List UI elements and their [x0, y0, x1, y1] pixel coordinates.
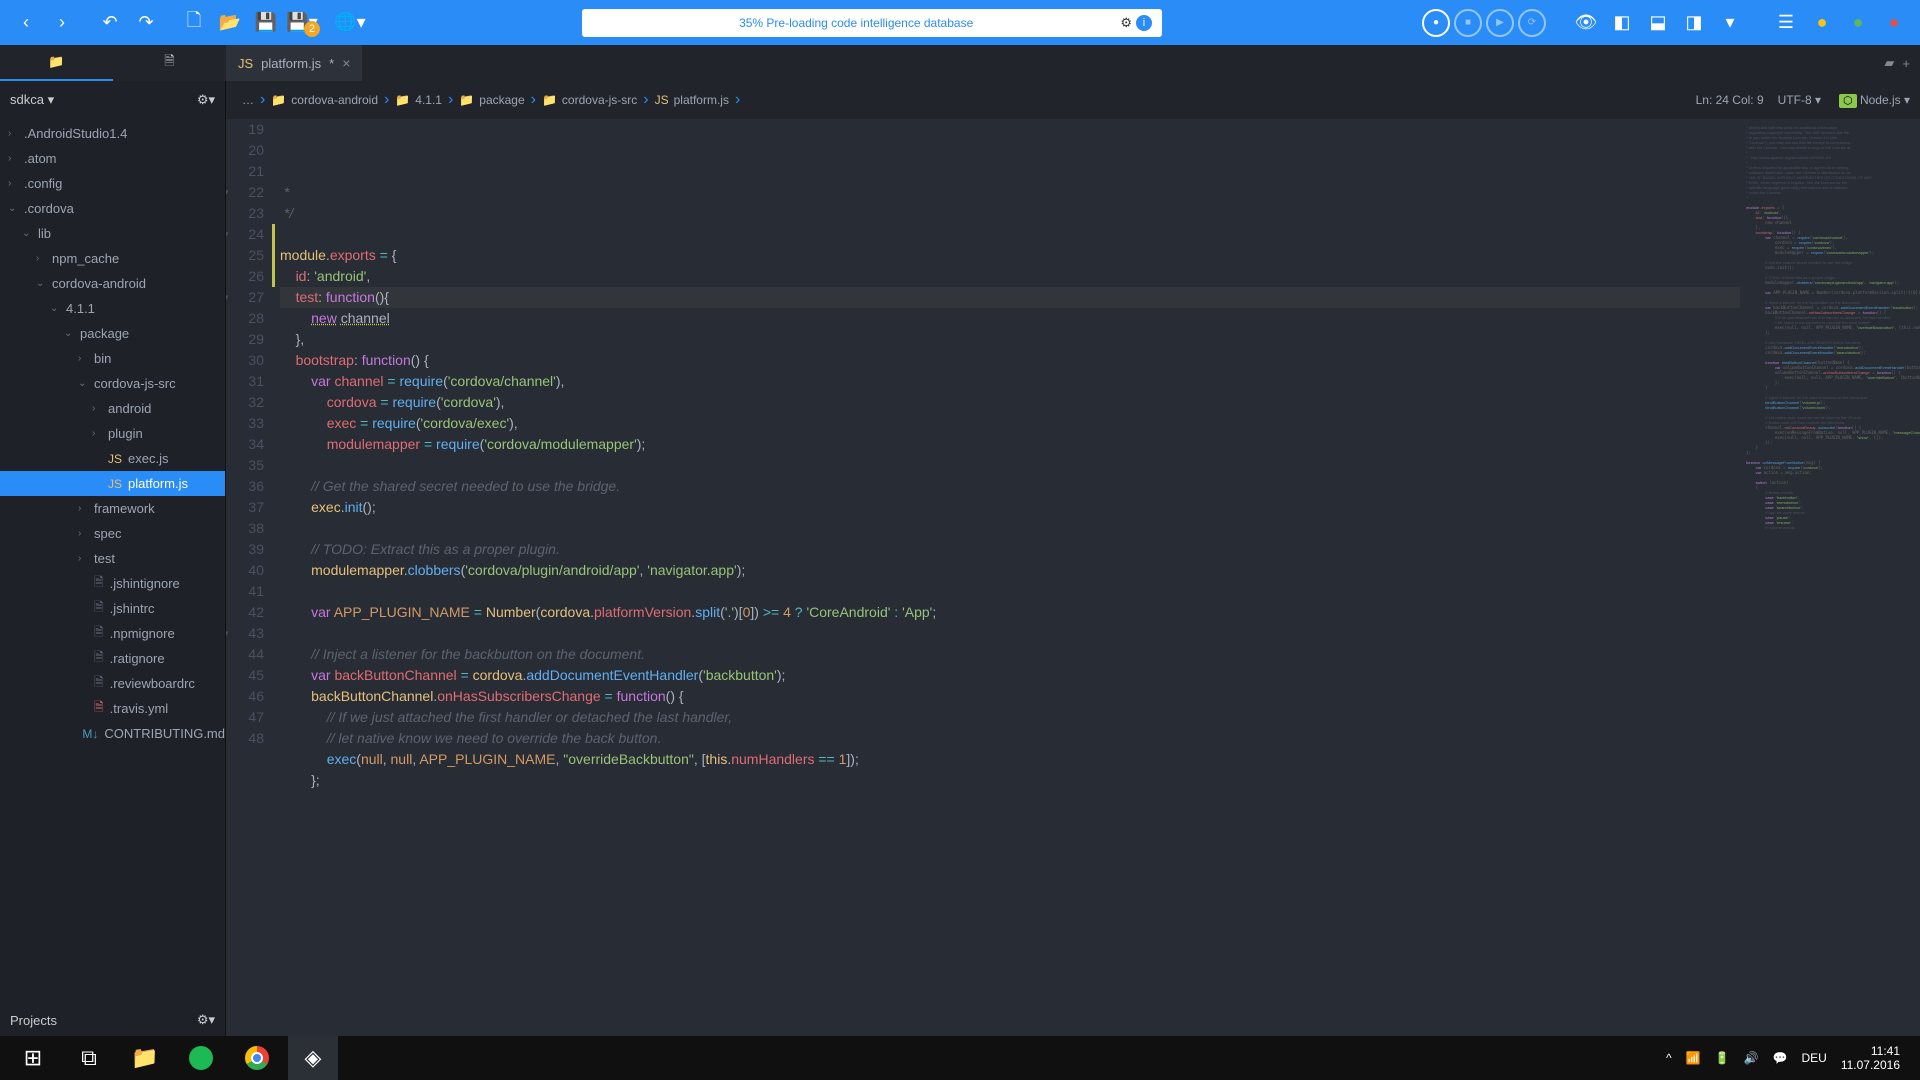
tree-item--jshintrc[interactable]: 🗎.jshintrc [0, 596, 225, 621]
tab-label: platform.js [261, 56, 321, 71]
eye-icon[interactable]: 👁 [1570, 7, 1602, 39]
tree-item-package[interactable]: ⌄package [0, 321, 225, 346]
gear-icon[interactable]: ⚙ [1120, 15, 1132, 31]
stop-icon[interactable]: ■ [1454, 9, 1482, 37]
language-indicator[interactable]: DEU [1801, 1051, 1826, 1065]
breadcrumb-package[interactable]: 📁 package [453, 93, 530, 107]
tree-item-platform-js[interactable]: JSplatform.js [0, 471, 225, 496]
save-all-icon[interactable]: 💾2▾ [286, 7, 318, 39]
breadcrumb-platform-js[interactable]: JS platform.js [649, 93, 735, 107]
panel-right-icon[interactable]: ◨ [1678, 7, 1710, 39]
notifications-icon[interactable]: 💬 [1773, 1051, 1788, 1065]
js-file-icon: JS [238, 56, 253, 71]
tree-item--cordova[interactable]: ⌄.cordova [0, 196, 225, 221]
tree-item-lib[interactable]: ⌄lib [0, 221, 225, 246]
tree-item--reviewboardrc[interactable]: 🗎.reviewboardrc [0, 671, 225, 696]
tree-item-bin[interactable]: ›bin [0, 346, 225, 371]
menu-icon[interactable]: ☰ [1770, 7, 1802, 39]
code-editor[interactable]: 192021▾2223▾242526▾272829303132333435363… [226, 119, 1920, 1036]
save-icon[interactable]: 💾 [250, 7, 282, 39]
app-icon[interactable]: ◈ [288, 1036, 338, 1080]
play-icon[interactable]: ▶ [1486, 9, 1514, 37]
record-icon[interactable]: ● [1422, 9, 1450, 37]
spotify-icon[interactable] [176, 1036, 226, 1080]
add-tab-icon[interactable]: + [1902, 56, 1910, 71]
sidebar: sdkca ▾ ⚙▾ ›.AndroidStudio1.4›.atom›.con… [0, 81, 226, 1036]
minimize-window-icon[interactable]: ● [1806, 7, 1838, 39]
tree-item--travis-yml[interactable]: 🗎.travis.yml [0, 696, 225, 721]
tree-item-exec-js[interactable]: JSexec.js [0, 446, 225, 471]
toggle-files-icon[interactable]: 🗎 [113, 45, 226, 81]
file-explorer-icon[interactable]: 📁 [120, 1036, 170, 1080]
debug-icon[interactable]: ⟳ [1518, 9, 1546, 37]
tab-bar: 📁 🗎 JS platform.js * × ▰ + [0, 45, 1920, 81]
tree-item-framework[interactable]: ›framework [0, 496, 225, 521]
file-tree: ›.AndroidStudio1.4›.atom›.config⌄.cordov… [0, 119, 225, 1004]
battery-icon[interactable]: 🔋 [1715, 1051, 1730, 1065]
projects-label[interactable]: Projects [10, 1013, 57, 1028]
globe-icon[interactable]: 🌐▾ [334, 7, 366, 39]
new-file-icon[interactable]: 🗋 [178, 7, 210, 39]
undo-button[interactable]: ↶ [94, 7, 126, 39]
breadcrumb-cordova-js-src[interactable]: 📁 cordova-js-src [536, 93, 643, 107]
tree-item-test[interactable]: ›test [0, 546, 225, 571]
panel-left-icon[interactable]: ◧ [1606, 7, 1638, 39]
tree-item--jshintignore[interactable]: 🗎.jshintignore [0, 571, 225, 596]
tree-item-cordova-android[interactable]: ⌄cordova-android [0, 271, 225, 296]
open-folder-icon[interactable]: 📂 [214, 7, 246, 39]
encoding-selector[interactable]: UTF-8 ▾ [1778, 93, 1821, 107]
info-icon[interactable]: i [1136, 15, 1152, 31]
language-selector[interactable]: ⬡ Node.js ▾ [1835, 93, 1910, 107]
tree-item--npmignore[interactable]: 🗎.npmignore [0, 621, 225, 646]
close-window-icon[interactable]: ● [1878, 7, 1910, 39]
cursor-position[interactable]: Ln: 24 Col: 9 [1696, 93, 1764, 107]
maximize-window-icon[interactable]: ● [1842, 7, 1874, 39]
tab-platform-js[interactable]: JS platform.js * × [226, 45, 362, 81]
task-view-icon[interactable]: ⧉ [64, 1036, 114, 1080]
close-tab-icon[interactable]: × [342, 55, 350, 71]
tree-item-cordova-js-src[interactable]: ⌄cordova-js-src [0, 371, 225, 396]
breadcrumb-ellipsis[interactable]: … [236, 93, 260, 107]
omnibox[interactable]: 35% Pre-loading code intelligence databa… [582, 9, 1162, 37]
terminal-toggle-icon[interactable]: ▰ [1884, 55, 1894, 71]
tree-item-4-1-1[interactable]: ⌄4.1.1 [0, 296, 225, 321]
clock[interactable]: 11:41 11.07.2016 [1841, 1044, 1900, 1072]
tree-item--atom[interactable]: ›.atom [0, 146, 225, 171]
tree-item--config[interactable]: ›.config [0, 171, 225, 196]
breadcrumbs: … ›📁 cordova-android›📁 4.1.1›📁 package›📁… [226, 81, 1920, 119]
panel-bottom-icon[interactable]: ⬓ [1642, 7, 1674, 39]
toggle-tree-icon[interactable]: 📁 [0, 45, 113, 81]
tree-item-spec[interactable]: ›spec [0, 521, 225, 546]
wifi-icon[interactable]: 📶 [1686, 1051, 1701, 1065]
tree-item-android[interactable]: ›android [0, 396, 225, 421]
start-button[interactable]: ⊞ [8, 1036, 58, 1080]
sidebar-settings-icon[interactable]: ⚙▾ [197, 92, 215, 108]
volume-icon[interactable]: 🔊 [1744, 1051, 1759, 1065]
panel-dropdown[interactable]: ▾ [1714, 7, 1746, 39]
projects-settings-icon[interactable]: ⚙▾ [197, 1012, 215, 1028]
tree-item-contributing-md[interactable]: M↓CONTRIBUTING.md [0, 721, 225, 746]
tree-item-npm-cache[interactable]: ›npm_cache [0, 246, 225, 271]
loading-message: 35% Pre-loading code intelligence databa… [592, 16, 1120, 30]
redo-button[interactable]: ↷ [130, 7, 162, 39]
tree-item--ratignore[interactable]: 🗎.ratignore [0, 646, 225, 671]
windows-taskbar: ⊞ ⧉ 📁 ◈ ^ 📶 🔋 🔊 💬 DEU 11:41 11.07.2016 [0, 1036, 1920, 1080]
tree-item--androidstudio1-4[interactable]: ›.AndroidStudio1.4 [0, 121, 225, 146]
minimap[interactable]: * distributed with this work for additio… [1740, 119, 1920, 1036]
chrome-icon[interactable] [232, 1036, 282, 1080]
tab-modified-indicator: * [329, 56, 334, 71]
back-button[interactable]: ‹ [10, 7, 42, 39]
tray-chevron-icon[interactable]: ^ [1666, 1051, 1672, 1065]
main-toolbar: ‹ › ↶ ↷ 🗋 📂 💾 💾2▾ 🌐▾ 35% Pre-loading cod… [0, 0, 1920, 45]
project-name[interactable]: sdkca ▾ [10, 92, 54, 108]
breadcrumb-4-1-1[interactable]: 📁 4.1.1 [389, 93, 448, 107]
tree-item-plugin[interactable]: ›plugin [0, 421, 225, 446]
breadcrumb-cordova-android[interactable]: 📁 cordova-android [265, 93, 384, 107]
forward-button[interactable]: › [46, 7, 78, 39]
